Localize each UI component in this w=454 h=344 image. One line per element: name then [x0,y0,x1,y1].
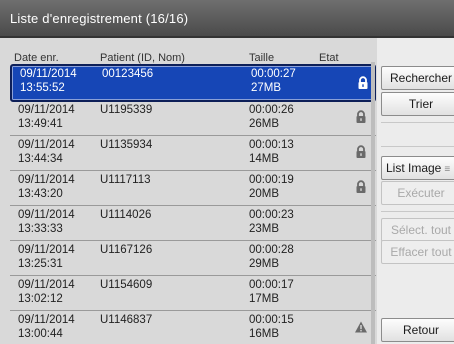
row-filesize: 23MB [249,223,280,235]
row-date-time: 09/11/2014 13:44:34 [18,138,75,166]
row-time: 13:44:34 [18,153,63,165]
row-size: 00:00:23 23MB [249,208,294,236]
search-button[interactable]: Rechercher [381,66,454,90]
row-duration: 00:00:13 [249,139,294,151]
row-patient-id: U1114026 [100,209,152,221]
row-filesize: 16MB [249,328,280,340]
row-duration: 00:00:23 [249,209,294,221]
row-patient-id: U1146837 [100,314,153,326]
clear-all-button[interactable]: Effacer tout [381,240,454,264]
row-time: 13:33:33 [18,223,63,235]
row-size: 00:00:13 14MB [249,138,294,166]
row-duration: 00:00:19 [249,174,294,186]
row-filesize: 14MB [249,153,280,165]
sort-button[interactable]: Trier [381,92,454,116]
row-time: 13:43:20 [18,188,63,200]
row-date: 09/11/2014 [18,104,75,116]
row-size: 00:00:17 17MB [249,278,294,306]
row-date-time: 09/11/2014 13:25:31 [18,243,75,271]
recording-list: 09/11/2014 13:55:52 00123456 00:00:27 27MB 09… [10,64,376,344]
row-date: 09/11/2014 [18,314,75,326]
table-row[interactable]: 09/11/2014 13:49:41 U1195339 00:00:26 26MB [10,100,376,136]
back-button[interactable]: Retour [381,318,454,342]
row-date-time: 09/11/2014 13:49:41 [18,103,75,131]
list-mode-label: List Image [386,161,442,175]
sidebar-divider [381,146,454,147]
select-all-button[interactable]: Sélect. tout [381,218,454,242]
sidebar-divider [381,122,454,123]
row-time: 13:02:12 [18,293,63,305]
sidebar-divider [381,211,454,212]
table-row[interactable]: 09/11/2014 13:44:34 U1135934 00:00:13 14MB [10,135,376,171]
row-patient-id: U1117113 [100,174,151,186]
row-date-time: 09/11/2014 13:33:33 [18,208,75,236]
lock-icon [354,180,368,194]
row-patient-id: U1195339 [100,104,153,116]
list-menu-icon: ≡ [444,164,451,175]
row-date-time: 09/11/2014 13:02:12 [18,278,75,306]
warning-icon [354,320,368,334]
row-time: 13:55:52 [20,82,65,94]
row-date-time: 09/11/2014 13:43:20 [18,173,75,201]
row-duration: 00:00:15 [249,314,294,326]
row-size: 00:00:15 16MB [249,313,294,341]
row-date: 09/11/2014 [18,209,75,221]
row-date: 09/11/2014 [18,174,75,186]
column-header-date[interactable]: Date enr. [14,52,59,64]
row-filesize: 29MB [249,258,280,270]
row-duration: 00:00:27 [251,68,296,80]
row-size: 00:00:27 27MB [251,67,296,95]
recording-list-panel: Date enr. Patient (ID, Nom) Taille Etat … [0,38,377,344]
row-duration: 00:00:26 [249,104,294,116]
row-time: 13:49:41 [18,118,63,130]
list-scrollbar[interactable] [371,62,375,344]
row-filesize: 20MB [249,188,280,200]
list-header: Date enr. Patient (ID, Nom) Taille Etat [14,52,374,64]
row-filesize: 17MB [249,293,280,305]
lock-icon [356,76,370,90]
table-row[interactable]: 09/11/2014 13:25:31 U1167126 00:00:28 29MB [10,240,376,276]
row-date: 09/11/2014 [18,139,75,151]
row-date-time: 09/11/2014 13:55:52 [20,67,77,95]
lock-icon [354,110,368,124]
column-header-size[interactable]: Taille [249,52,274,64]
row-date-time: 09/11/2014 13:00:44 [18,313,75,341]
row-date: 09/11/2014 [20,68,77,80]
row-size: 00:00:26 26MB [249,103,294,131]
row-filesize: 27MB [251,82,282,94]
row-patient-id: U1167126 [100,244,153,256]
row-date: 09/11/2014 [18,279,75,291]
table-row[interactable]: 09/11/2014 13:43:20 U1117113 00:00:19 20MB [10,170,376,206]
window-title: Liste d'enregistrement (16/16) [10,11,189,26]
row-patient-id: U1135934 [100,139,153,151]
title-bar: Liste d'enregistrement (16/16) [0,0,454,38]
row-duration: 00:00:17 [249,279,294,291]
list-mode-dropdown[interactable]: List Image ≡ [381,156,454,180]
row-patient-id: U1154609 [100,279,153,291]
lock-icon [354,145,368,159]
row-filesize: 26MB [249,118,280,130]
table-row[interactable]: 09/11/2014 13:02:12 U1154609 00:00:17 17MB [10,275,376,311]
table-row-selected[interactable]: 09/11/2014 13:55:52 00123456 00:00:27 27MB [10,64,376,102]
row-time: 13:00:44 [18,328,63,340]
execute-button[interactable]: Exécuter [381,181,454,205]
row-size: 00:00:19 20MB [249,173,294,201]
table-row[interactable]: 09/11/2014 13:00:44 U1146837 00:00:15 16MB [10,310,376,344]
row-size: 00:00:28 29MB [249,243,294,271]
table-row[interactable]: 09/11/2014 13:33:33 U1114026 00:00:23 23MB [10,205,376,241]
row-time: 13:25:31 [18,258,63,270]
column-header-state[interactable]: Etat [319,52,339,64]
row-duration: 00:00:28 [249,244,294,256]
row-date: 09/11/2014 [18,244,75,256]
row-patient-id: 00123456 [102,68,154,80]
column-header-patient[interactable]: Patient (ID, Nom) [100,52,185,64]
